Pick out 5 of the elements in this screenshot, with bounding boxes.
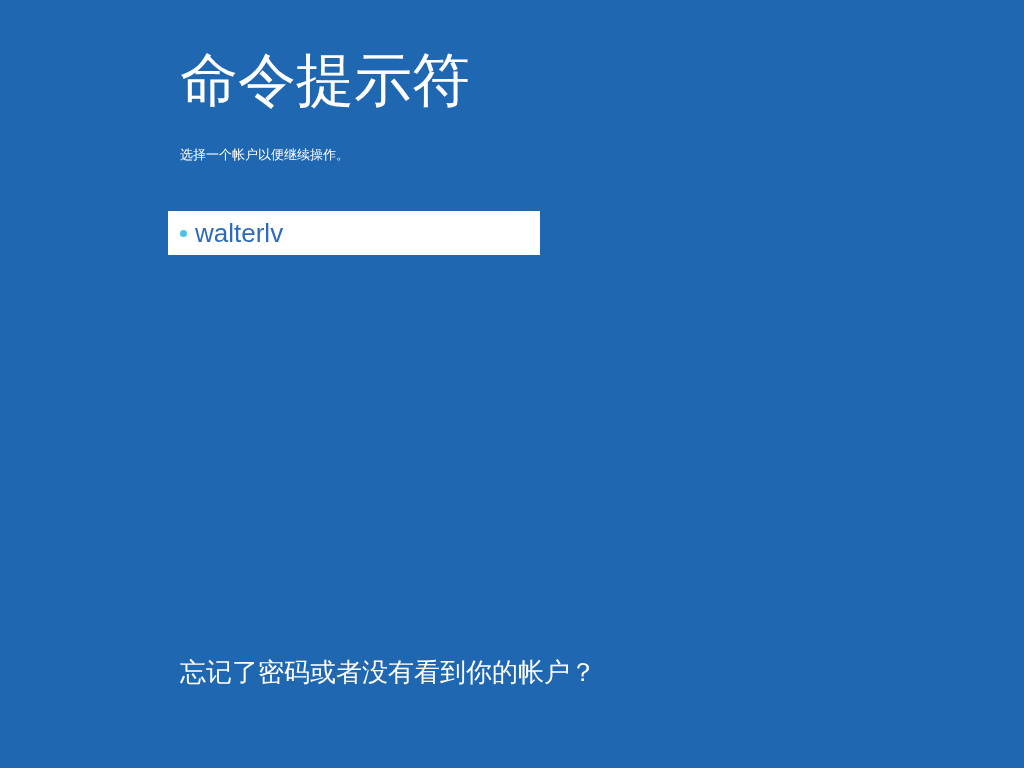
instruction-text: 选择一个帐户以便继续操作。 — [180, 147, 349, 163]
page-title: 命令提示符 — [180, 48, 470, 112]
account-item[interactable]: walterlv — [168, 211, 540, 255]
forgot-password-link[interactable]: 忘记了密码或者没有看到你的帐户？ — [180, 656, 596, 688]
status-dot-icon — [180, 229, 187, 237]
